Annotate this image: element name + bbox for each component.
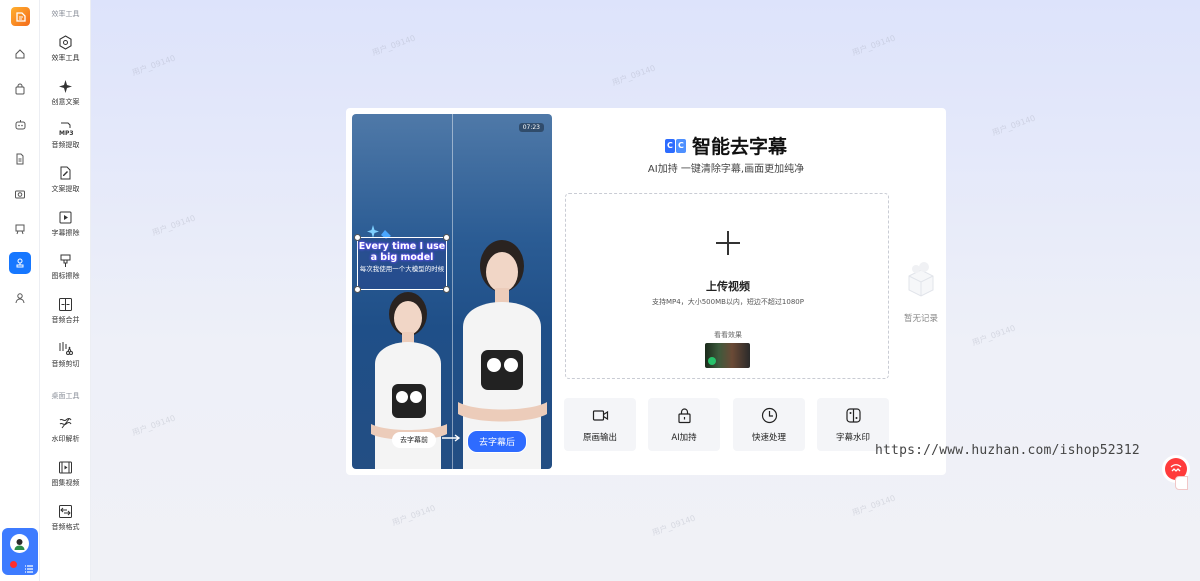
edit-doc-icon <box>60 166 71 180</box>
svg-text:MP3: MP3 <box>59 130 73 137</box>
clock-icon <box>761 407 777 424</box>
example-video-thumbnail[interactable] <box>705 343 750 368</box>
scale-handle[interactable] <box>443 286 450 293</box>
home-icon[interactable] <box>9 43 31 65</box>
waves-icon <box>59 418 72 429</box>
tool-subtitle-erase[interactable]: 字幕擦除 <box>40 210 91 246</box>
tool-gallery-video[interactable]: 图集视频 <box>40 460 91 496</box>
cc-logo-icon: CC <box>664 138 686 153</box>
hexagon-icon <box>59 35 72 50</box>
tool-icon-erase[interactable]: 图标擦除 <box>40 253 91 289</box>
tool-audio-format[interactable]: 音频格式 <box>40 504 91 540</box>
page-title: CC 智能去字幕 <box>646 132 806 159</box>
arrow-right-icon <box>442 434 461 442</box>
file-icon[interactable] <box>9 148 31 170</box>
feature-fast-processing: 快速处理 <box>733 398 805 451</box>
bag-icon[interactable] <box>9 78 31 100</box>
subtitle-removal-card: 07:23 Every time I use a big model 每次我使用… <box>346 108 946 475</box>
play-doc-icon <box>59 211 72 224</box>
camera-icon[interactable] <box>9 183 31 205</box>
sparkle-icon <box>59 80 72 93</box>
empty-box-icon <box>908 262 934 297</box>
subtitle-selection-box[interactable]: Every time I use a big model 每次我使用一个大模型的… <box>354 234 450 293</box>
scissors-icon <box>59 342 73 355</box>
user-profile-card[interactable] <box>2 528 38 575</box>
tool-efficiency[interactable]: 效率工具 <box>40 35 91 71</box>
subtitle-text-en: Every time I use a big model <box>358 241 446 263</box>
after-label: 去字幕后 <box>467 430 528 453</box>
upload-hint: 支持MP4，大小500MB以内，短边不超过1080P <box>652 298 804 306</box>
tool-audio-cut[interactable]: 音频剪切 <box>40 341 91 377</box>
avatar <box>10 534 29 553</box>
board-icon[interactable] <box>9 218 31 240</box>
icon-rail <box>0 0 40 581</box>
resize-handle[interactable] <box>354 234 361 241</box>
video-camera-icon <box>592 410 608 421</box>
plus-icon <box>716 231 740 255</box>
menu-list-icon[interactable] <box>24 559 34 578</box>
film-icon <box>59 461 72 474</box>
before-after-preview: 07:23 Every time I use a big model 每次我使用… <box>352 114 552 469</box>
convert-icon <box>59 505 72 518</box>
tool-audio-merge[interactable]: 音频合并 <box>40 297 91 333</box>
history-empty-state: 暂无记录 <box>897 262 945 324</box>
tool-panel: 效率工具 效率工具 创意文案 MP3 音频提取 文案提取 字幕擦除 图标擦除 音… <box>40 0 91 581</box>
before-label: 去字幕前 <box>392 432 436 448</box>
user-icon[interactable] <box>9 287 31 309</box>
compare-divider <box>452 114 453 469</box>
chat-icon <box>1170 464 1182 472</box>
rotate-handle[interactable] <box>354 286 361 293</box>
upload-title: 上传视频 <box>706 280 750 293</box>
mp3-icon: MP3 <box>59 122 73 137</box>
overlay-url-text: https://www.huzhan.com/ishop52312 <box>875 443 1140 458</box>
tool-copy-extract[interactable]: 文案提取 <box>40 166 91 202</box>
example-label: 看看效果 <box>714 331 742 339</box>
status-dot-icon <box>10 561 17 568</box>
stamp-icon[interactable] <box>9 252 31 274</box>
play-icon <box>708 357 716 365</box>
merge-icon <box>59 298 72 311</box>
subtitle-text-zh: 每次我使用一个大模型的时候 <box>359 265 445 273</box>
upload-dropzone[interactable]: 上传视频 支持MP4，大小500MB以内，短边不超过1080P 看看效果 <box>565 193 889 379</box>
tool-watermark-parse[interactable]: 水印解析 <box>40 416 91 452</box>
switch-icon <box>845 408 861 423</box>
robot-icon[interactable] <box>9 114 31 136</box>
floating-side-tab[interactable] <box>1175 476 1188 490</box>
group-label-efficiency: 效率工具 <box>51 10 80 18</box>
lock-icon <box>677 408 691 424</box>
tool-audio-extract[interactable]: MP3 音频提取 <box>40 122 91 158</box>
close-handle-icon[interactable] <box>443 234 450 241</box>
brush-icon <box>60 254 71 267</box>
video-duration: 07:23 <box>518 123 544 132</box>
feature-original-output: 原画输出 <box>564 398 636 451</box>
group-label-desktop: 桌面工具 <box>51 392 80 400</box>
feature-ai-powered: AI加持 <box>648 398 720 451</box>
page-subtitle: AI加持 一键清除字幕,画面更加纯净 <box>647 164 805 175</box>
app-logo-icon[interactable] <box>11 7 30 26</box>
tool-creative-copy[interactable]: 创意文案 <box>40 79 91 115</box>
